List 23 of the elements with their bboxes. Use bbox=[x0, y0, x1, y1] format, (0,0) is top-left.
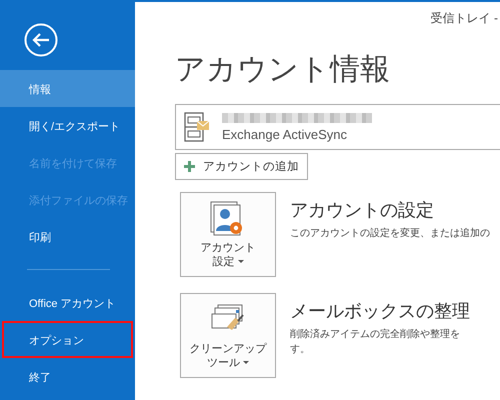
page-heading: アカウント情報 bbox=[175, 52, 391, 88]
account-type: Exchange ActiveSync bbox=[222, 126, 348, 142]
section-description: このアカウントの設定を変更、または追加の bbox=[290, 226, 490, 241]
back-button[interactable] bbox=[23, 22, 59, 58]
plus-icon bbox=[184, 161, 195, 172]
sidebar-item[interactable]: Office アカウント bbox=[0, 284, 135, 321]
caret-icon bbox=[238, 260, 244, 263]
sidebar-item[interactable]: 印刷 bbox=[0, 218, 135, 255]
caret-icon bbox=[243, 361, 249, 364]
section-button[interactable]: クリーンアップ ツール bbox=[180, 293, 276, 378]
sidebar-item[interactable]: 情報 bbox=[0, 70, 135, 107]
section-title: アカウントの設定 bbox=[290, 199, 435, 222]
section-title: メールボックスの整理 bbox=[290, 300, 470, 323]
section-button[interactable]: アカウント 設定 bbox=[180, 192, 276, 277]
section-description: す。 bbox=[290, 343, 311, 357]
sidebar-item[interactable]: オプション bbox=[2, 321, 133, 358]
account-selector[interactable]: Exchange ActiveSync bbox=[175, 104, 500, 150]
add-account-button[interactable]: アカウントの追加 bbox=[175, 153, 308, 180]
section-description: 削除済みアイテムの完全削除や整理を bbox=[290, 328, 461, 342]
sidebar-item[interactable]: 開く/エクスポート bbox=[0, 107, 135, 144]
sidebar-item[interactable]: 終了 bbox=[0, 358, 135, 395]
file-cabinet-envelope-icon bbox=[184, 112, 210, 142]
window-title: 受信トレイ - bbox=[430, 10, 499, 27]
